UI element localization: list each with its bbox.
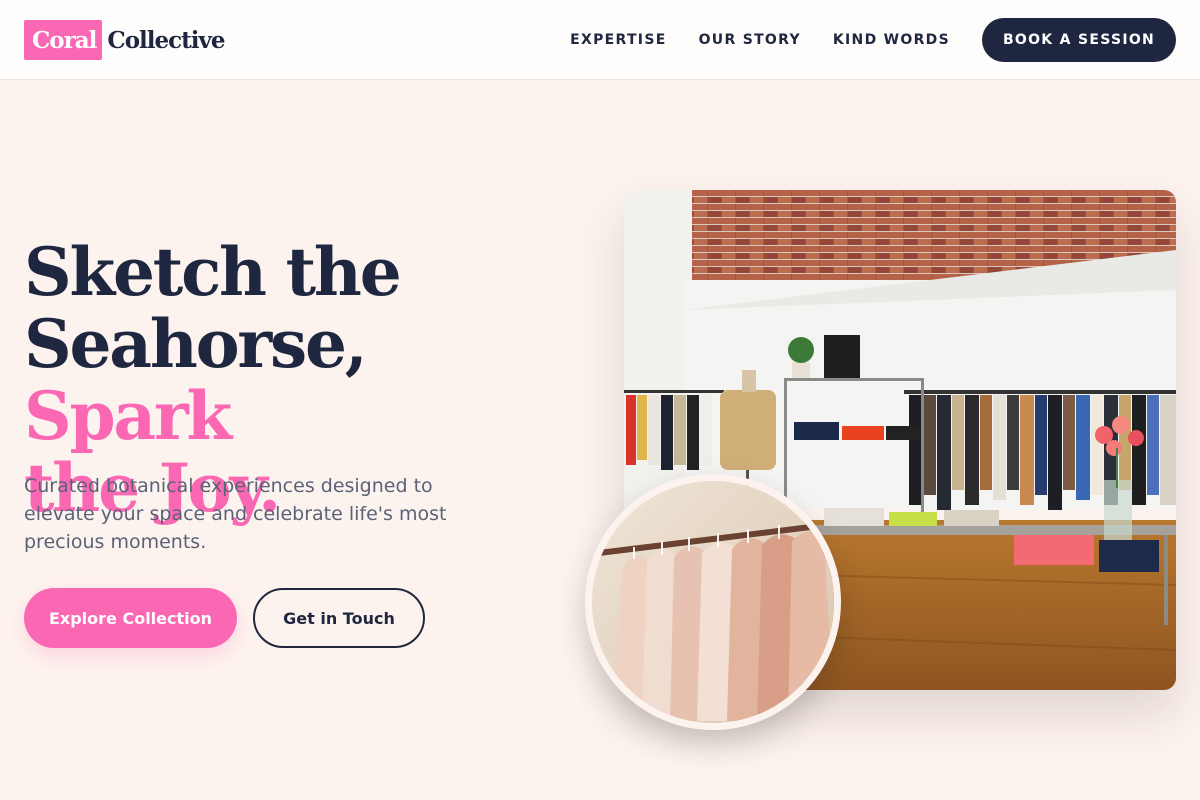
logo-highlight: Coral [24, 20, 103, 60]
headline-line-2a: Seahorse, [24, 305, 368, 383]
logo-text: Collective [107, 26, 225, 54]
nav-link-expertise[interactable]: EXPERTISE [570, 32, 666, 48]
site-header: Coral Collective EXPERTISE OUR STORY KIN… [0, 0, 1200, 80]
headline-line-1: Sketch the [24, 233, 402, 311]
logo[interactable]: Coral Collective [24, 20, 226, 60]
clothing-rack-illustration [592, 481, 834, 723]
nav-link-our-story[interactable]: OUR STORY [699, 32, 801, 48]
hero-lead-text: Curated botanical experiences designed t… [24, 475, 447, 553]
get-in-touch-button[interactable]: Get in Touch [253, 588, 425, 648]
headline-line-2b: Spark [24, 377, 232, 455]
book-session-button[interactable]: BOOK A SESSION [982, 18, 1176, 62]
nav-link-kind-words[interactable]: KIND WORDS [833, 32, 950, 48]
main-nav: EXPERTISE OUR STORY KIND WORDS BOOK A SE… [570, 18, 1176, 62]
explore-collection-button[interactable]: Explore Collection [24, 588, 237, 648]
clothing-rack-photo [585, 474, 841, 730]
